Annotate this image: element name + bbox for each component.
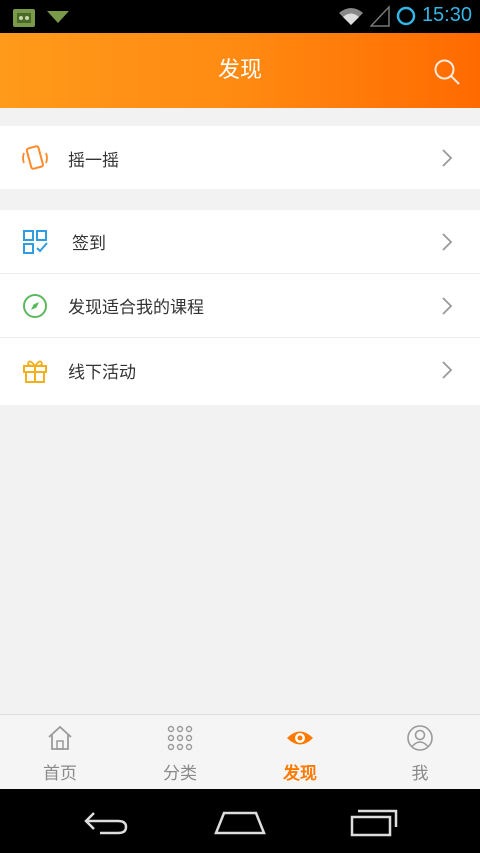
search-icon[interactable] bbox=[432, 57, 462, 87]
menu-item-label: 摇一摇 bbox=[68, 150, 119, 171]
chevron-right-icon bbox=[442, 149, 453, 167]
tab-label: 我 bbox=[411, 764, 429, 784]
status-time: 15:30 bbox=[421, 4, 472, 26]
tab-me[interactable]: 我 bbox=[360, 715, 480, 790]
category-grid-icon bbox=[167, 725, 193, 751]
recents-icon[interactable] bbox=[346, 807, 402, 837]
chevron-right-icon bbox=[442, 232, 453, 251]
menu-item-label: 签到 bbox=[72, 234, 106, 254]
sync-icon bbox=[396, 6, 416, 25]
app-header: 发现 bbox=[0, 33, 480, 108]
menu-item-shake[interactable]: 摇一摇 bbox=[0, 126, 480, 190]
menu-item-recommend-courses[interactable]: 发现适合我的课程 bbox=[0, 274, 480, 338]
tab-label: 首页 bbox=[43, 764, 77, 784]
tab-label: 发现 bbox=[283, 764, 317, 784]
tab-category[interactable]: 分类 bbox=[120, 715, 240, 790]
chevron-right-icon bbox=[442, 361, 453, 379]
menu-item-offline-events[interactable]: 线下活动 bbox=[0, 338, 480, 402]
home-nav-icon[interactable] bbox=[212, 807, 268, 837]
menu-item-checkin[interactable]: 签到 bbox=[0, 210, 480, 274]
gift-icon bbox=[23, 360, 47, 383]
tab-home[interactable]: 首页 bbox=[0, 715, 120, 790]
notification-icon bbox=[47, 11, 69, 23]
bottom-tabbar: 首页 分类 发现 我 bbox=[0, 714, 480, 789]
back-icon[interactable] bbox=[80, 807, 136, 837]
compass-icon bbox=[23, 293, 47, 318]
profile-icon bbox=[407, 725, 433, 751]
checkin-grid-icon bbox=[23, 229, 48, 254]
status-bar: 15:30 bbox=[0, 0, 480, 33]
eye-icon bbox=[287, 731, 313, 745]
menu-group-shake: 摇一摇 bbox=[0, 126, 480, 189]
shake-phone-icon bbox=[22, 145, 48, 170]
menu-item-label: 线下活动 bbox=[68, 362, 136, 383]
page-title: 发现 bbox=[217, 58, 262, 83]
android-app-icon bbox=[13, 9, 35, 27]
tab-label: 分类 bbox=[163, 764, 197, 784]
menu-item-label: 发现适合我的课程 bbox=[68, 298, 204, 318]
home-icon bbox=[48, 725, 72, 750]
tab-discover[interactable]: 发现 bbox=[240, 715, 360, 790]
system-nav-bar bbox=[0, 789, 480, 853]
menu-group-main: 签到 发现适合我的课程 线下活动 bbox=[0, 210, 480, 405]
wifi-icon bbox=[338, 7, 363, 25]
chevron-right-icon bbox=[442, 296, 453, 315]
signal-icon bbox=[369, 4, 390, 27]
